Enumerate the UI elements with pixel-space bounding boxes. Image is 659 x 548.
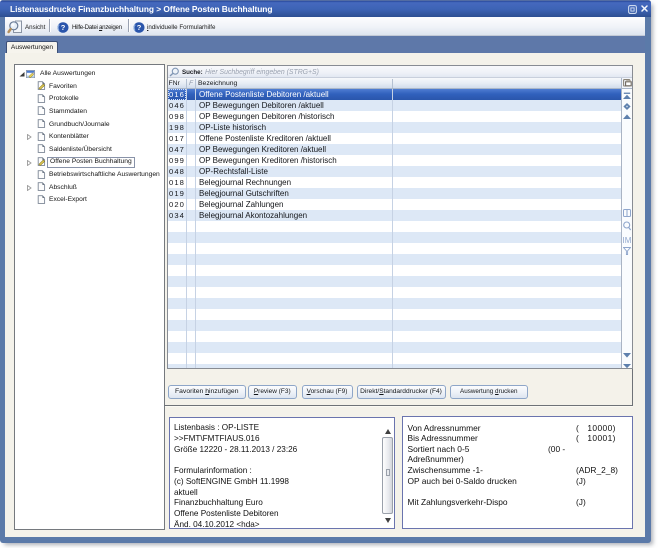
svg-text:IM: IM [623,236,631,245]
svg-text:?: ? [137,23,142,32]
svg-text:?: ? [61,23,66,32]
